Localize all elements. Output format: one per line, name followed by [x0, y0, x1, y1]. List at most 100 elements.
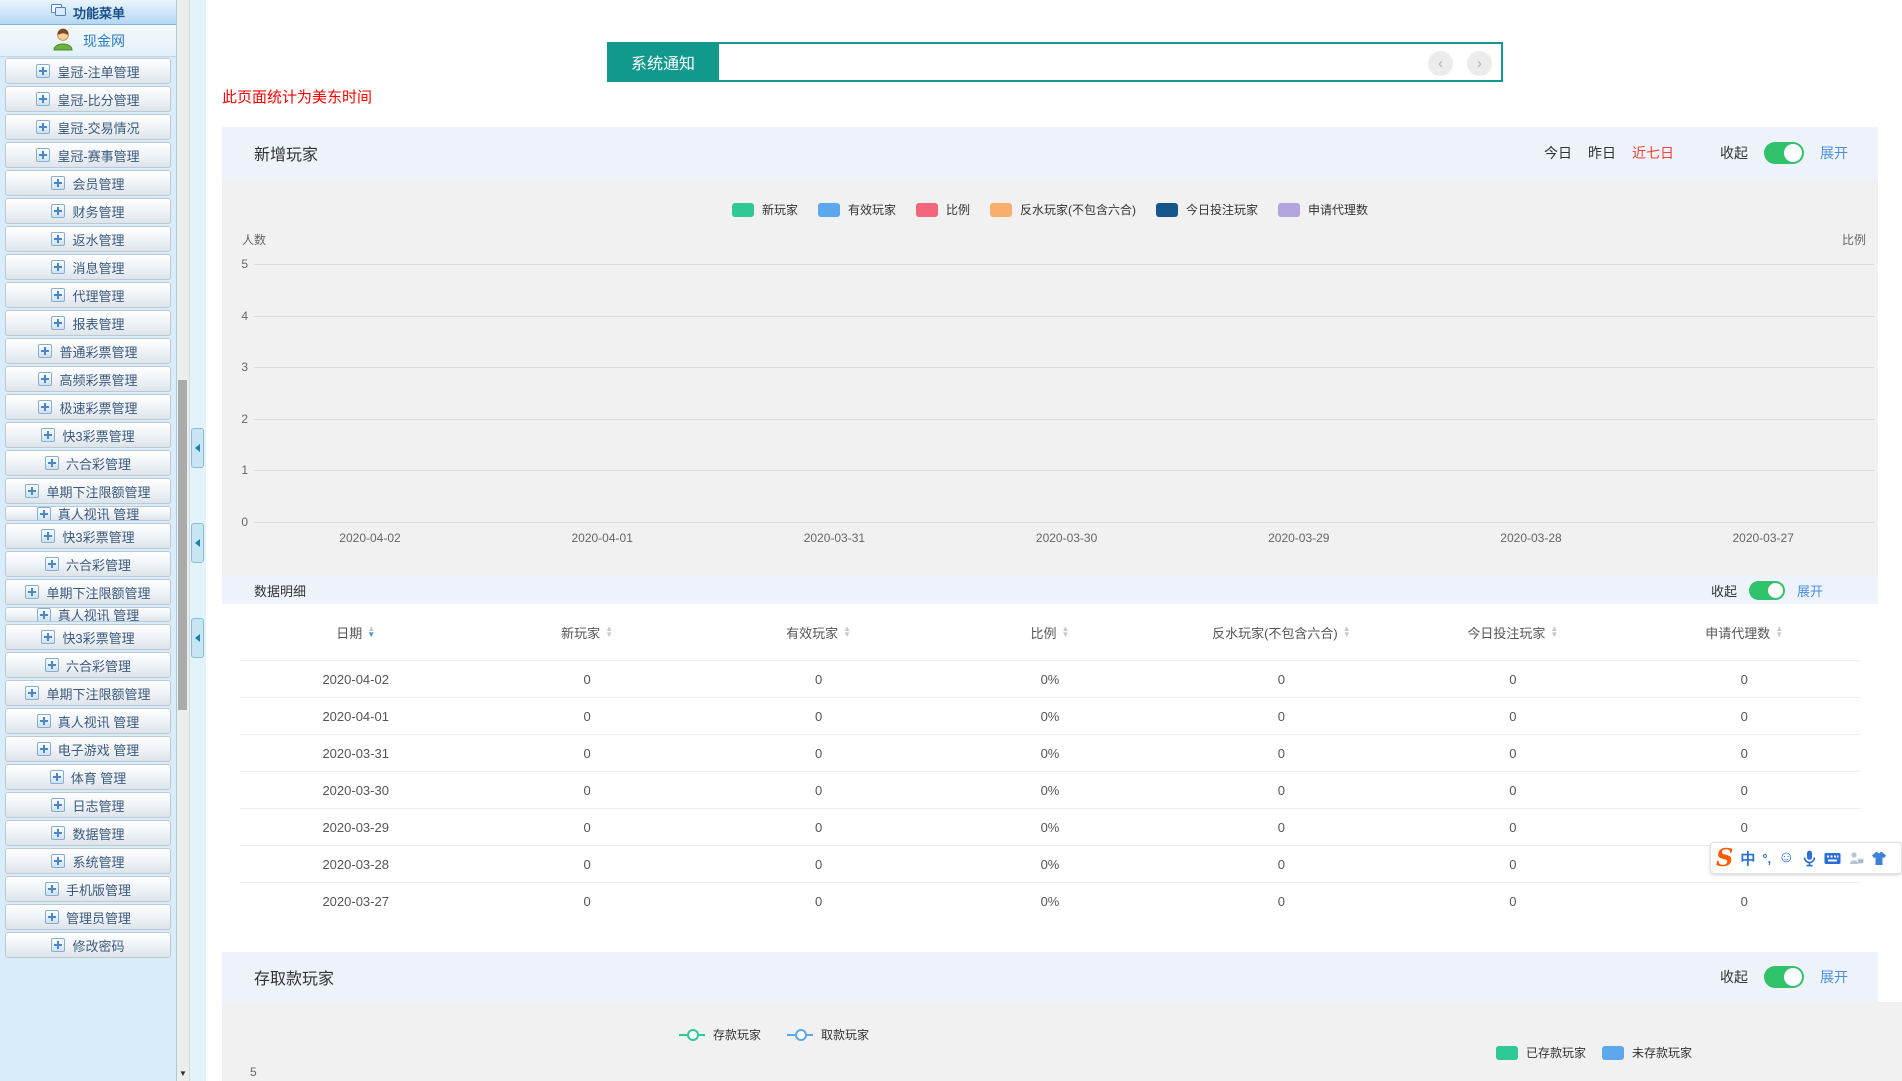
skin-icon[interactable]	[1871, 851, 1887, 866]
column-header-4[interactable]: 反水玩家(不包含六合)▲▼	[1166, 623, 1397, 642]
column-label: 反水玩家(不包含六合)	[1212, 623, 1338, 642]
expand-plus-icon	[51, 798, 65, 812]
sidebar-item-22[interactable]: 六合彩管理	[5, 652, 171, 678]
table-cell: 0	[471, 709, 702, 724]
scrollbar-down-arrow-icon[interactable]: ▼	[177, 1067, 189, 1080]
table-cell: 0	[1397, 746, 1628, 761]
table-cell: 0	[1166, 672, 1397, 687]
sidebar-item-17[interactable]: 快3彩票管理	[5, 523, 171, 549]
expand-plus-icon	[51, 854, 65, 868]
sidebar-scrollbar[interactable]: ▼	[177, 0, 190, 1081]
sidebar-item-24[interactable]: 真人视讯 管理	[5, 708, 171, 734]
range-today-link[interactable]: 今日	[1544, 143, 1572, 163]
column-header-6[interactable]: 申请代理数▲▼	[1629, 623, 1860, 642]
expand-plus-icon	[37, 608, 51, 622]
table-body: 2020-04-02000%0002020-04-01000%0002020-0…	[240, 660, 1860, 919]
sidebar-header-title: 功能菜单	[73, 3, 125, 22]
legend-item[interactable]: 有效玩家	[818, 201, 896, 218]
sidebar-item-18[interactable]: 六合彩管理	[5, 551, 171, 577]
sidebar-item-23[interactable]: 单期下注限额管理	[5, 680, 171, 706]
panel-title: 数据明细	[254, 576, 306, 604]
sidebar-item-1[interactable]: 皇冠-比分管理	[5, 86, 171, 112]
legend-item[interactable]: 申请代理数	[1278, 201, 1368, 218]
legend-label: 今日投注玩家	[1186, 201, 1258, 218]
expand-plus-icon	[45, 658, 59, 672]
sidebar-item-20[interactable]: 真人视讯 管理	[5, 607, 171, 622]
table-cell: 0	[1629, 709, 1860, 724]
collapse-sidebar-arrow-icon[interactable]	[191, 428, 204, 468]
legend-item[interactable]: 新玩家	[732, 201, 798, 218]
sidebar-item-8[interactable]: 代理管理	[5, 282, 171, 308]
collapse-sidebar-arrow-icon[interactable]	[191, 523, 204, 563]
expand-link[interactable]: 展开	[1797, 581, 1823, 600]
sidebar-item-26[interactable]: 体育 管理	[5, 764, 171, 790]
sidebar-item-30[interactable]: 手机版管理	[5, 876, 171, 902]
sidebar-item-4[interactable]: 会员管理	[5, 170, 171, 196]
legend-label: 反水玩家(不包含六合)	[1020, 201, 1136, 218]
sidebar-item-25[interactable]: 电子游戏 管理	[5, 736, 171, 762]
microphone-icon[interactable]	[1802, 850, 1817, 867]
chart-legend: 存款玩家 取款玩家	[679, 1026, 869, 1043]
y-axis-tick: 4	[222, 309, 248, 323]
sidebar-item-32[interactable]: 修改密码	[5, 932, 171, 958]
expand-plus-icon	[25, 686, 39, 700]
sidebar-item-2[interactable]: 皇冠-交易情况	[5, 114, 171, 140]
legend-item[interactable]: 存款玩家	[679, 1026, 761, 1043]
range-yesterday-link[interactable]: 昨日	[1588, 143, 1616, 163]
sidebar-item-31[interactable]: 管理员管理	[5, 904, 171, 930]
column-header-5[interactable]: 今日投注玩家▲▼	[1397, 623, 1628, 642]
sidebar-item-9[interactable]: 报表管理	[5, 310, 171, 336]
collapse-toggle[interactable]	[1749, 581, 1785, 600]
sidebar-item-19[interactable]: 单期下注限额管理	[5, 579, 171, 605]
sidebar-item-5[interactable]: 财务管理	[5, 198, 171, 224]
table-cell: 0%	[934, 672, 1165, 687]
emoji-icon[interactable]: ☺	[1778, 849, 1794, 867]
sogou-logo-icon[interactable]: S	[1716, 844, 1733, 872]
sidebar-item-15[interactable]: 单期下注限额管理	[5, 478, 171, 504]
sidebar-item-13[interactable]: 快3彩票管理	[5, 422, 171, 448]
collapse-toggle[interactable]	[1764, 966, 1804, 988]
collapse-label: 收起	[1711, 581, 1737, 600]
scrollbar-thumb[interactable]	[178, 380, 187, 710]
expand-link[interactable]: 展开	[1820, 143, 1848, 163]
sidebar-item-14[interactable]: 六合彩管理	[5, 450, 171, 476]
column-header-3[interactable]: 比例▲▼	[934, 623, 1165, 642]
legend-item[interactable]: 反水玩家(不包含六合)	[990, 201, 1136, 218]
range-week-link[interactable]: 近七日	[1632, 143, 1674, 163]
sidebar-item-28[interactable]: 数据管理	[5, 820, 171, 846]
column-label: 比例	[1031, 623, 1057, 642]
keyboard-icon[interactable]	[1824, 852, 1841, 865]
sidebar-item-29[interactable]: 系统管理	[5, 848, 171, 874]
chinese-mode-icon[interactable]: 中	[1740, 848, 1755, 869]
sidebar-item-12[interactable]: 极速彩票管理	[5, 394, 171, 420]
sidebar-item-6[interactable]: 返水管理	[5, 226, 171, 252]
notice-prev-button[interactable]: ‹	[1428, 51, 1453, 76]
sidebar-item-label: 体育 管理	[71, 768, 127, 787]
expand-link[interactable]: 展开	[1820, 967, 1848, 987]
sidebar-item-11[interactable]: 高频彩票管理	[5, 366, 171, 392]
table-cell: 0	[1397, 857, 1628, 872]
expand-plus-icon	[45, 557, 59, 571]
legend-item[interactable]: 比例	[916, 201, 970, 218]
sidebar-item-0[interactable]: 皇冠-注单管理	[5, 58, 171, 84]
notice-next-button[interactable]: ›	[1467, 51, 1492, 76]
legend-item[interactable]: 取款玩家	[787, 1026, 869, 1043]
toolbox-icon[interactable]: 20	[1848, 851, 1864, 866]
sidebar-item-27[interactable]: 日志管理	[5, 792, 171, 818]
expand-plus-icon	[51, 232, 65, 246]
collapse-toggle[interactable]	[1764, 142, 1804, 164]
sidebar-item-3[interactable]: 皇冠-赛事管理	[5, 142, 171, 168]
sidebar-item-label: 真人视讯 管理	[58, 607, 140, 622]
data-detail-table: 日期▲▼新玩家▲▼有效玩家▲▼比例▲▼反水玩家(不包含六合)▲▼今日投注玩家▲▼…	[222, 604, 1878, 919]
sidebar-item-7[interactable]: 消息管理	[5, 254, 171, 280]
sidebar-item-label: 会员管理	[72, 174, 124, 193]
legend-item[interactable]: 今日投注玩家	[1156, 201, 1258, 218]
sidebar-item-21[interactable]: 快3彩票管理	[5, 624, 171, 650]
sidebar-item-10[interactable]: 普通彩票管理	[5, 338, 171, 364]
column-header-1[interactable]: 新玩家▲▼	[471, 623, 702, 642]
punctuation-icon[interactable]: °,	[1762, 851, 1771, 866]
column-header-2[interactable]: 有效玩家▲▼	[703, 623, 934, 642]
sidebar-item-16[interactable]: 真人视讯 管理	[5, 506, 171, 521]
column-header-0[interactable]: 日期▲▼	[240, 623, 471, 642]
collapse-sidebar-arrow-icon[interactable]	[191, 618, 204, 658]
